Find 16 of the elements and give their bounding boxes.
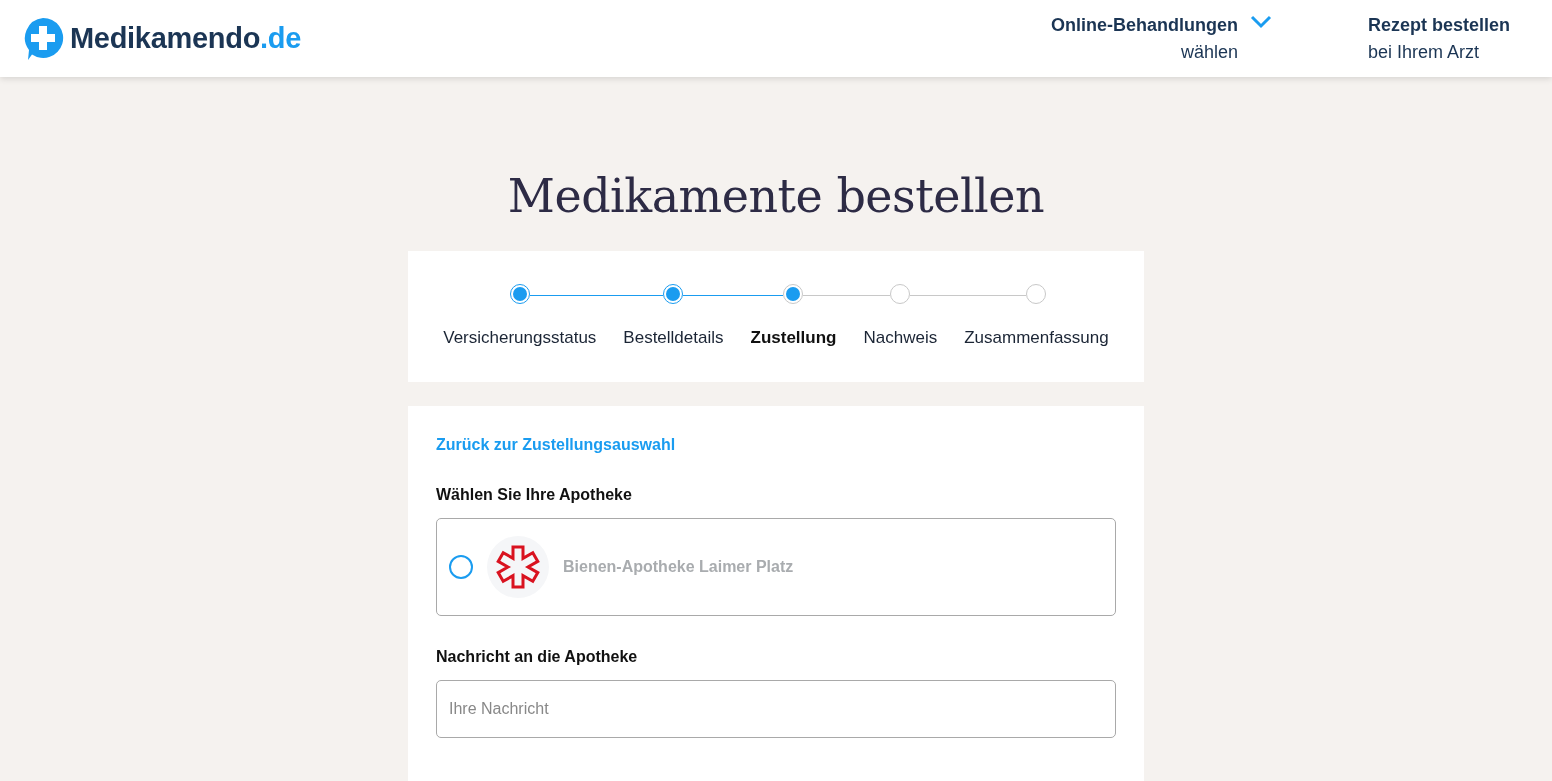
- nav-link[interactable]: Online-Behandlungen wählen: [1050, 14, 1272, 63]
- step-label: Nachweis: [863, 328, 938, 348]
- site-logo[interactable]: Medikamendo.de: [22, 16, 302, 61]
- message-field[interactable]: Ihre Nachricht: [436, 680, 1116, 738]
- section-heading: Nachricht an die Apotheke: [436, 648, 639, 666]
- medical-cross-icon: [22, 16, 64, 61]
- pharmacy-name: Bienen-Apotheke Laimer Platz: [563, 558, 794, 576]
- step-label: Zustellung: [750, 328, 837, 348]
- page-title: Medikamente bestellen: [507, 169, 1045, 223]
- nav-link[interactable]: Rezept bestellen bei Ihrem Arzt: [1367, 14, 1510, 63]
- radio-button[interactable]: [449, 555, 473, 579]
- section-heading: Wählen Sie Ihre Apotheke: [436, 486, 633, 504]
- step-label: Zusammenfassung: [964, 328, 1109, 348]
- step-label: Versicherungsstatus: [443, 328, 597, 348]
- step-label: Bestelldetails: [623, 328, 724, 348]
- pharmacy-cross-icon: [496, 545, 540, 589]
